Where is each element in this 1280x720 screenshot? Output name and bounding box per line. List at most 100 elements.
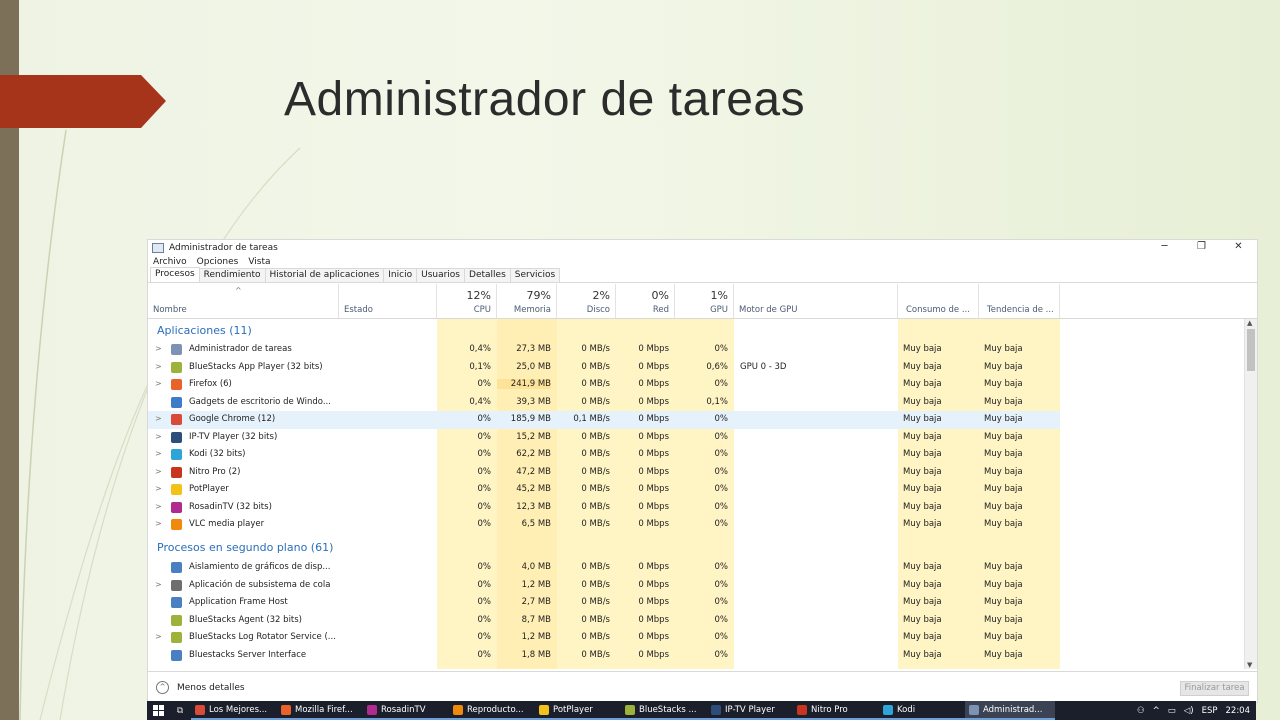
col-gpu[interactable]: 1% GPU bbox=[675, 284, 734, 318]
process-row[interactable]: > IP-TV Player (32 bits) 0% 15,2 MB 0 MB/s 0 … bbox=[148, 429, 1060, 447]
power-value: Muy baja bbox=[903, 614, 942, 625]
process-row[interactable]: > Firefox (6) 0% 241,9 MB 0 MB/s 0 Mbps 0% Muy … bbox=[148, 376, 1060, 394]
process-row[interactable]: > VLC media player 0% 6,5 MB 0 MB/s 0 Mbps 0% M… bbox=[148, 516, 1060, 534]
taskbar-button[interactable]: Nitro Pro bbox=[793, 701, 879, 720]
taskbar-button[interactable]: Los Mejores... bbox=[191, 701, 277, 720]
taskbar-button[interactable]: RosadinTV bbox=[363, 701, 449, 720]
process-row[interactable]: > Aplicación de subsistema de cola 0% 1,2 M… bbox=[148, 577, 1060, 595]
process-row[interactable]: Application Frame Host 0% 2,7 MB 0 MB/s 0 Mb… bbox=[148, 594, 1060, 612]
chevron-right-icon[interactable]: > bbox=[155, 432, 162, 441]
chevron-right-icon[interactable]: > bbox=[155, 632, 162, 641]
process-row[interactable]: > BlueStacks Log Rotator Service (... 0% 1,… bbox=[148, 629, 1060, 647]
less-details-button[interactable]: ^ Menos detalles bbox=[156, 681, 245, 694]
close-button[interactable]: ✕ bbox=[1220, 240, 1257, 254]
col-tendencia[interactable]: Tendencia de ... bbox=[979, 284, 1060, 318]
network-value: 0 Mbps bbox=[638, 344, 669, 354]
tab-rendimiento[interactable]: Rendimiento bbox=[198, 268, 266, 282]
chevron-right-icon[interactable]: > bbox=[155, 362, 162, 371]
taskbar-label: Nitro Pro bbox=[811, 704, 848, 715]
gpu-value: 0% bbox=[714, 519, 729, 529]
network-value: 0 Mbps bbox=[638, 579, 669, 590]
process-row[interactable]: > Nitro Pro (2) 0% 47,2 MB 0 MB/s 0 Mbps 0% Muy… bbox=[148, 464, 1060, 482]
group-background-heading[interactable]: Procesos en segundo plano (61) bbox=[157, 541, 333, 554]
menu-archivo[interactable]: Archivo bbox=[153, 257, 187, 267]
volume-icon[interactable]: ◁) bbox=[1184, 706, 1194, 716]
cpu-value: 0% bbox=[477, 379, 492, 389]
col-consumo[interactable]: Consumo de ... bbox=[898, 284, 979, 318]
process-row[interactable]: > Kodi (32 bits) 0% 62,2 MB 0 MB/s 0 Mbps 0% Mu… bbox=[148, 446, 1060, 464]
col-motor-gpu[interactable]: Motor de GPU bbox=[734, 284, 898, 318]
col-disco[interactable]: 2% Disco bbox=[557, 284, 616, 318]
taskbar-button[interactable]: IP-TV Player bbox=[707, 701, 793, 720]
chevron-right-icon[interactable]: > bbox=[155, 414, 162, 423]
process-row[interactable]: Aislamiento de gráficos de disp... 0% 4,0 … bbox=[148, 559, 1060, 577]
network-value: 0 Mbps bbox=[638, 501, 669, 512]
memory-value: 1,2 MB bbox=[521, 632, 551, 642]
chevron-right-icon[interactable]: > bbox=[155, 580, 162, 589]
tab-inicio[interactable]: Inicio bbox=[383, 268, 418, 282]
taskbar-label: Los Mejores... bbox=[209, 704, 268, 715]
chevron-right-icon[interactable]: > bbox=[155, 467, 162, 476]
language-indicator[interactable]: ESP bbox=[1202, 706, 1218, 716]
end-task-button[interactable]: Finalizar tarea bbox=[1180, 681, 1249, 696]
minimize-button[interactable]: ─ bbox=[1146, 240, 1183, 254]
start-button[interactable] bbox=[147, 701, 169, 720]
menu-vista[interactable]: Vista bbox=[248, 257, 270, 267]
taskbar-button[interactable]: Mozilla Firef... bbox=[277, 701, 363, 720]
process-row[interactable]: Gadgets de escritorio de Windo... 0,4% 39,… bbox=[148, 394, 1060, 412]
memory-value: 1,2 MB bbox=[521, 579, 551, 590]
col-memoria[interactable]: 79% Memoria bbox=[497, 284, 557, 318]
scroll-thumb[interactable] bbox=[1247, 329, 1255, 371]
cpu-value: 0% bbox=[477, 579, 492, 590]
power-trend-value: Muy baja bbox=[984, 579, 1023, 590]
scroll-down-icon[interactable]: ▼ bbox=[1247, 661, 1252, 669]
tab-historial[interactable]: Historial de aplicaciones bbox=[264, 268, 385, 282]
chevron-right-icon[interactable]: > bbox=[155, 449, 162, 458]
chevron-right-icon[interactable]: > bbox=[155, 484, 162, 493]
chevron-right-icon[interactable]: > bbox=[155, 519, 162, 528]
tray-chevron-icon[interactable]: ^ bbox=[1153, 706, 1160, 716]
menu-opciones[interactable]: Opciones bbox=[197, 257, 239, 267]
taskbar-button[interactable]: BlueStacks ... bbox=[621, 701, 707, 720]
network-icon[interactable]: ▭ bbox=[1168, 706, 1176, 716]
taskbar-button[interactable]: Reproducto... bbox=[449, 701, 535, 720]
col-estado[interactable]: Estado bbox=[339, 284, 437, 318]
power-trend-value: Muy baja bbox=[984, 614, 1023, 625]
taskbar-button[interactable]: Administrad... bbox=[965, 701, 1055, 720]
scroll-up-icon[interactable]: ▲ bbox=[1247, 319, 1252, 327]
tab-servicios[interactable]: Servicios bbox=[509, 268, 561, 282]
process-row[interactable]: > Administrador de tareas 0,4% 27,3 MB 0 MB/… bbox=[148, 341, 1060, 359]
power-trend-value: Muy baja bbox=[984, 414, 1023, 424]
tab-procesos[interactable]: Procesos bbox=[150, 267, 200, 282]
chevron-right-icon[interactable]: > bbox=[155, 502, 162, 511]
process-row[interactable]: > RosadinTV (32 bits) 0% 12,3 MB 0 MB/s 0 Mbp… bbox=[148, 499, 1060, 517]
cpu-value: 0% bbox=[477, 449, 492, 459]
clock[interactable]: 22:04 bbox=[1226, 706, 1251, 716]
people-icon[interactable]: ⚇ bbox=[1137, 706, 1145, 716]
taskbar-button[interactable]: PotPlayer bbox=[535, 701, 621, 720]
process-row[interactable]: > Google Chrome (12) 0% 185,9 MB 0,1 MB/s 0 M… bbox=[148, 411, 1060, 429]
task-view-icon[interactable]: ⧉ bbox=[169, 706, 191, 716]
process-row[interactable]: > PotPlayer 0% 45,2 MB 0 MB/s 0 Mbps 0% Muy baj… bbox=[148, 481, 1060, 499]
tab-detalles[interactable]: Detalles bbox=[464, 268, 511, 282]
process-row[interactable]: > BlueStacks App Player (32 bits) 0,1% 25,0… bbox=[148, 359, 1060, 377]
taskbar-button[interactable]: Kodi bbox=[879, 701, 965, 720]
process-name: Application Frame Host bbox=[189, 597, 288, 607]
power-value: Muy baja bbox=[903, 484, 942, 494]
cpu-value: 0,4% bbox=[469, 396, 491, 407]
group-apps-heading[interactable]: Aplicaciones (11) bbox=[157, 324, 252, 337]
disk-value: 0 MB/s bbox=[581, 396, 610, 407]
windows-icon bbox=[152, 705, 164, 716]
tab-usuarios[interactable]: Usuarios bbox=[416, 268, 466, 282]
col-nombre[interactable]: ^ Nombre bbox=[148, 284, 339, 318]
col-cpu[interactable]: 12% CPU bbox=[437, 284, 497, 318]
vertical-scrollbar[interactable]: ▲ ▼ bbox=[1244, 319, 1257, 669]
chevron-right-icon[interactable]: > bbox=[155, 344, 162, 353]
process-row[interactable]: BlueStacks Agent (32 bits) 0% 8,7 MB 0 MB/s… bbox=[148, 612, 1060, 630]
restore-button[interactable]: ❐ bbox=[1183, 240, 1220, 254]
chevron-right-icon[interactable]: > bbox=[155, 379, 162, 388]
process-name: Kodi (32 bits) bbox=[189, 449, 246, 459]
gpu-value: 0% bbox=[714, 597, 729, 607]
process-row[interactable]: Bluestacks Server Interface 0% 1,8 MB 0 MB/… bbox=[148, 647, 1060, 665]
col-red[interactable]: 0% Red bbox=[616, 284, 675, 318]
